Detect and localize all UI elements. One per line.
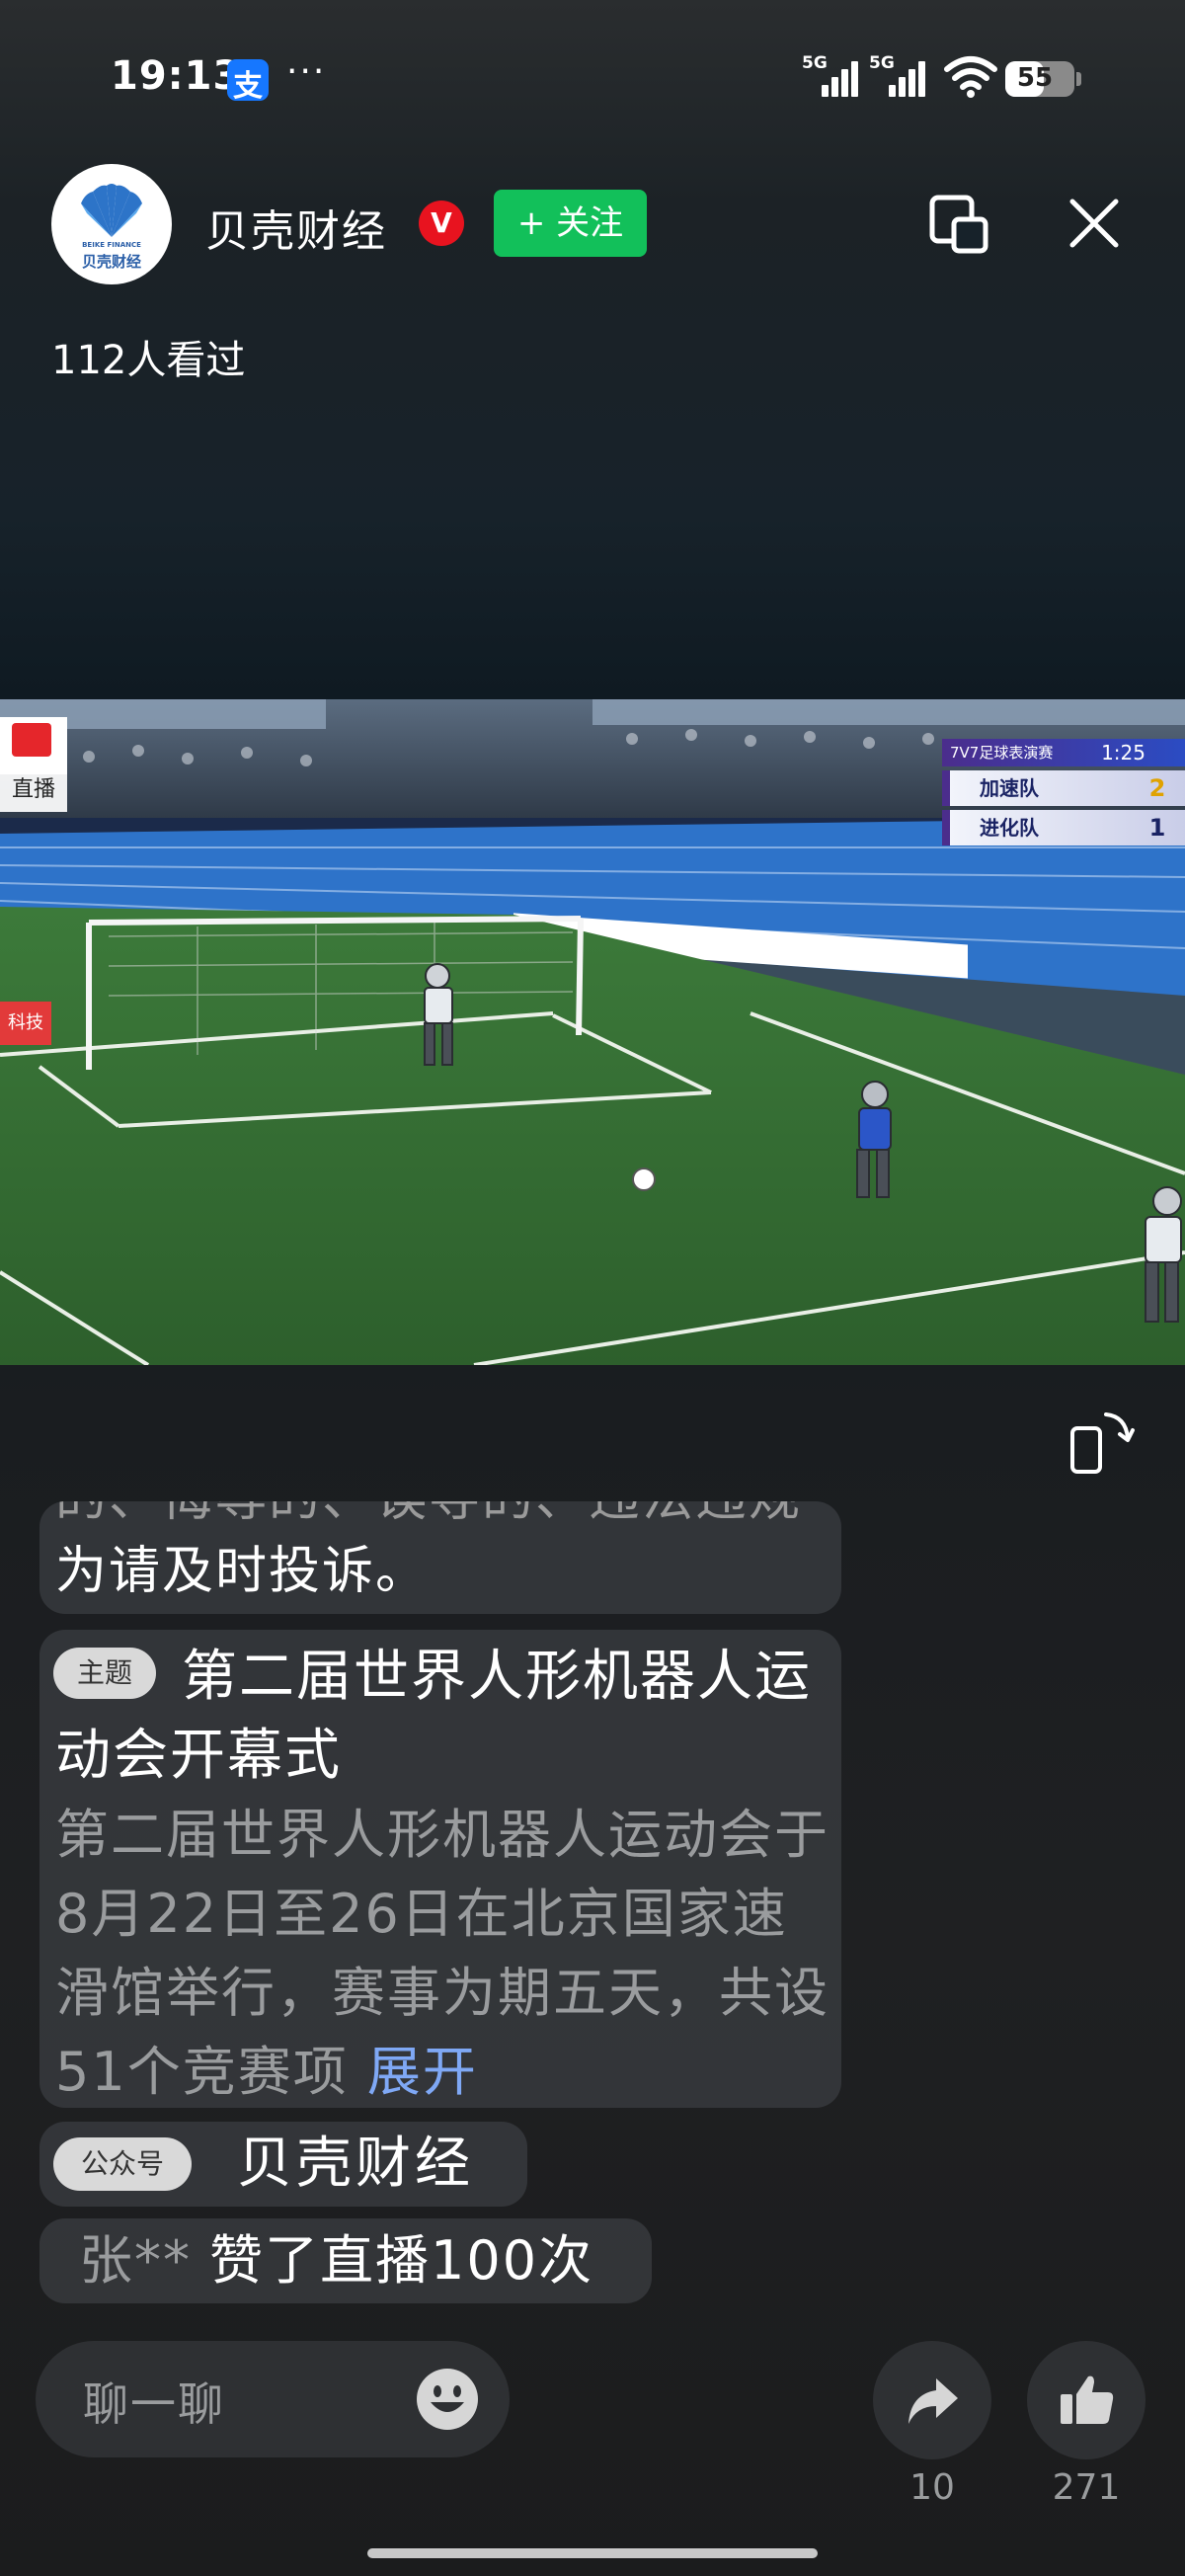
match-name: 7V7足球表演赛 [950,744,1054,762]
wifi-icon [944,56,997,98]
team-score: 1 [1148,814,1166,842]
share-icon [908,2378,958,2424]
verified-badge: V [419,201,464,246]
team-name: 进化队 [980,816,1039,840]
scoreboard: 7V7足球表演赛 1:25 加速队 2 进化队 1 [942,739,1185,845]
like-text: 赞了直播100次 [209,2229,594,2292]
expand-link[interactable]: 展开 [367,2041,478,2103]
topic-card[interactable]: 第二届世界人形机器人运动会开幕式 主题 第二届世界人形机器人运动会于8月22日至… [40,1630,841,2108]
system-message-text: 为请及时投诉。 [55,1542,430,1601]
status-bar: 19:13 支 ··· 5G 5G 55 [0,0,1185,158]
match-clock: 1:25 [1101,741,1146,765]
team-row: 进化队 1 [942,810,1185,845]
topic-description: 第二届世界人形机器人运动会于8月22日至26日在北京国家速滑馆举行，赛事为期五天… [55,1796,835,2112]
like-count: 271 [1052,2467,1121,2508]
chat-input[interactable]: 聊一聊 [36,2341,510,2457]
channel-logo [0,717,67,774]
chat-placeholder: 聊一聊 [83,2377,225,2431]
share-count: 10 [909,2467,955,2508]
live-video-player[interactable]: 直播 科技 7V7足球表演赛 1:25 加速队 2 进化队 1 [0,699,1185,1365]
thumbs-up-icon [1061,2375,1114,2424]
scoreboard-header: 7V7足球表演赛 1:25 [942,739,1185,766]
emoji-icon[interactable] [415,2367,480,2432]
home-indicator[interactable] [367,2548,818,2558]
account-avatar[interactable]: BEIKE FINANCE 贝壳财经 [51,164,172,284]
viewer-count: 112人看过 [51,338,246,383]
live-tag: 直播 [0,768,67,812]
like-user: 张** [79,2229,192,2292]
team-row: 加速队 2 [942,770,1185,806]
avatar-logo-cn: 贝壳财经 [81,253,141,271]
signal-5g-icon: 5G [802,53,863,97]
like-notice: 张** 赞了直播100次 [40,2218,652,2303]
alipay-icon: 支 [227,59,269,104]
team-score: 2 [1148,774,1166,802]
truncated-line: 的、侮辱的、误导的、违法违规 [55,1501,802,1529]
like-button[interactable] [1027,2341,1146,2459]
battery-level: 55 [1016,63,1054,93]
alipay-glyph: 支 [233,69,263,104]
account-name[interactable]: 贝壳财经 [205,196,387,259]
battery-icon: 55 [1005,61,1081,97]
team-name: 加速队 [980,776,1039,800]
topic-title: 第二届世界人形机器人运动会开幕式 [55,1645,812,1788]
official-account-name: 贝壳财经 [237,2132,474,2196]
close-icon[interactable] [1065,194,1124,253]
official-account-badge: 公众号 [53,2137,192,2191]
board-tag: 科技 [0,1002,51,1045]
avatar-logo-en: BEIKE FINANCE [82,241,141,249]
system-message: 的、侮辱的、误导的、违法违规 为请及时投诉。 [40,1501,841,1614]
signal-label: 5G [869,53,895,73]
official-account-card[interactable]: 公众号 贝壳财经 [40,2122,527,2207]
status-time: 19:13 [111,53,242,99]
share-button[interactable] [873,2341,991,2459]
signal-label: 5G [802,53,828,73]
rotate-screen-icon[interactable] [1066,1407,1136,1476]
signal-5g-icon: 5G [869,53,930,97]
follow-button[interactable]: + 关注 [494,190,647,257]
more-notifications-icon: ··· [286,51,327,92]
topic-badge: 主题 [53,1648,156,1699]
picture-in-picture-icon[interactable] [928,194,991,257]
